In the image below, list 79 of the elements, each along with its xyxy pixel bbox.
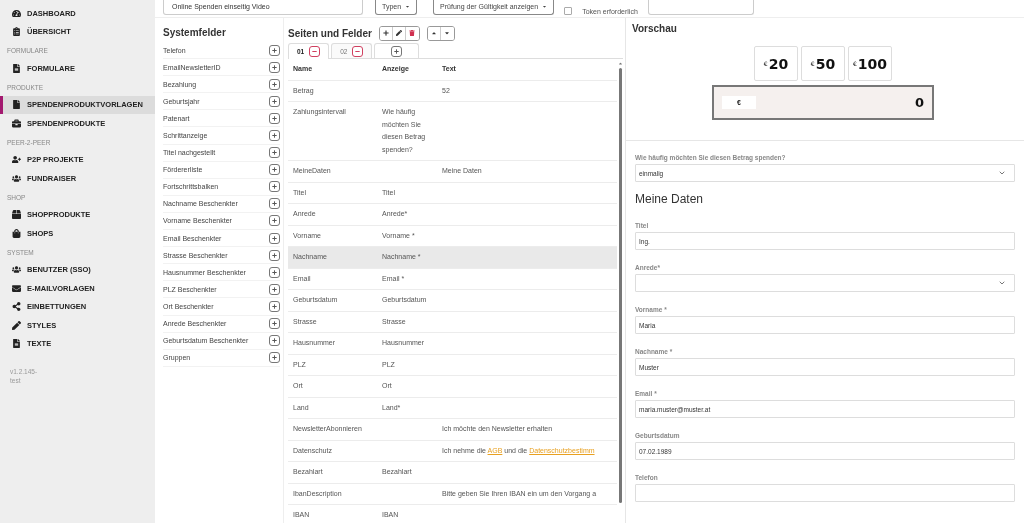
caret-up-icon bbox=[430, 30, 437, 36]
token-checkbox[interactable] bbox=[564, 7, 573, 15]
plus-icon bbox=[272, 115, 277, 121]
share-icon bbox=[12, 302, 21, 312]
minus-icon bbox=[312, 49, 318, 54]
move-up-button[interactable] bbox=[427, 26, 441, 40]
user-plus-icon bbox=[12, 155, 21, 165]
document-icon bbox=[12, 339, 21, 349]
add-button[interactable] bbox=[269, 352, 280, 364]
panel-title: Vorschau bbox=[632, 23, 678, 34]
select-field[interactable] bbox=[635, 274, 1015, 292]
add-button[interactable] bbox=[269, 181, 280, 193]
plus-icon bbox=[272, 286, 277, 292]
add-button[interactable] bbox=[269, 95, 280, 107]
plus-icon bbox=[272, 47, 277, 53]
chevron-down-icon bbox=[998, 279, 1006, 287]
plus-icon bbox=[272, 338, 277, 344]
trash-icon bbox=[409, 30, 416, 36]
bag-icon bbox=[12, 228, 21, 238]
users-icon bbox=[12, 265, 21, 275]
pen-icon bbox=[12, 320, 21, 330]
plus-icon bbox=[272, 64, 277, 70]
file-icon bbox=[12, 100, 21, 110]
plus-icon bbox=[272, 269, 277, 275]
add-button[interactable] bbox=[269, 130, 280, 141]
add-button[interactable] bbox=[269, 112, 280, 124]
plus-icon bbox=[272, 355, 277, 361]
plus-icon bbox=[272, 321, 277, 327]
add-button[interactable] bbox=[269, 164, 280, 176]
plus-icon bbox=[394, 48, 400, 54]
plus-icon bbox=[272, 98, 277, 104]
caret-icon bbox=[405, 4, 411, 9]
plus-icon bbox=[272, 218, 277, 224]
plus-icon bbox=[272, 252, 277, 258]
text-field[interactable] bbox=[635, 484, 1015, 502]
add-button[interactable] bbox=[269, 78, 280, 90]
section-heading: Meine Daten bbox=[635, 192, 705, 206]
add-button[interactable] bbox=[269, 232, 280, 244]
plus-icon bbox=[272, 235, 277, 241]
remove-button[interactable] bbox=[352, 45, 364, 57]
plus-icon bbox=[382, 30, 389, 36]
caret-icon bbox=[542, 4, 548, 9]
add-tab[interactable] bbox=[374, 43, 420, 58]
gauge-icon bbox=[12, 8, 21, 18]
caret-up-icon bbox=[617, 61, 623, 66]
add-button[interactable] bbox=[269, 198, 280, 210]
plus-icon bbox=[272, 81, 277, 87]
plus-icon bbox=[272, 201, 277, 207]
add-button[interactable] bbox=[269, 61, 280, 73]
add-button[interactable] bbox=[269, 283, 280, 295]
pen-icon bbox=[395, 30, 402, 36]
plus-icon bbox=[272, 184, 277, 190]
add-button[interactable] bbox=[269, 215, 280, 227]
add-button[interactable] bbox=[269, 300, 280, 312]
caret-down-icon bbox=[444, 30, 451, 36]
users-icon bbox=[12, 173, 21, 183]
plus-icon bbox=[272, 133, 277, 138]
amount-value: 0 bbox=[914, 95, 924, 110]
clipboard-icon bbox=[12, 27, 21, 37]
minus-icon bbox=[355, 48, 361, 54]
document-icon bbox=[12, 63, 21, 73]
add-button[interactable] bbox=[269, 266, 280, 278]
text-field[interactable] bbox=[647, 0, 754, 15]
plus-icon bbox=[272, 303, 277, 309]
add-button[interactable] bbox=[269, 318, 280, 330]
add-button[interactable] bbox=[269, 249, 280, 261]
panel-title: Seiten und Felder bbox=[288, 27, 372, 39]
panel-title: Systemfelder bbox=[163, 27, 227, 38]
add-button[interactable] bbox=[269, 335, 280, 347]
add-button[interactable] bbox=[391, 45, 403, 57]
plus-icon bbox=[272, 167, 277, 173]
plus-icon bbox=[272, 150, 277, 156]
add-button[interactable] bbox=[269, 147, 280, 159]
briefcase-icon bbox=[12, 118, 21, 128]
add-button[interactable] bbox=[269, 44, 280, 56]
remove-button[interactable] bbox=[309, 46, 321, 57]
chevron-down-icon bbox=[998, 169, 1006, 177]
envelope-icon bbox=[12, 283, 21, 293]
box-icon bbox=[12, 210, 21, 220]
